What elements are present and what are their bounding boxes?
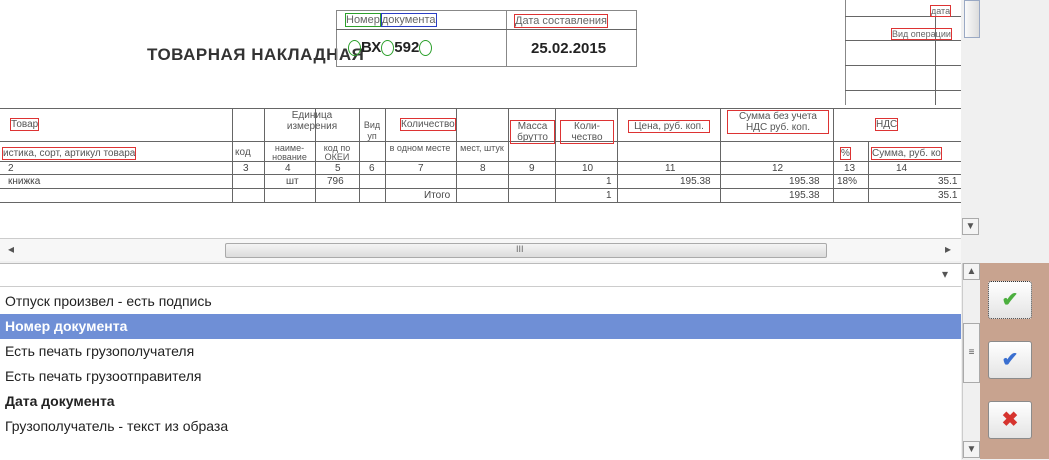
viewer-scroll-down-button[interactable]: ▼ xyxy=(962,218,979,235)
colnum: 2 xyxy=(8,163,14,174)
list-item[interactable]: Есть печать грузополучателя xyxy=(0,339,961,364)
list-item-selected[interactable]: Номер документа xyxy=(0,314,961,339)
grip-icon: ≡ xyxy=(968,347,975,358)
grip-icon: III xyxy=(516,244,524,254)
colnum: 8 xyxy=(480,163,486,174)
row-count: 1 xyxy=(606,176,612,187)
col-unit-okei: код по ОКЕИ xyxy=(323,143,351,162)
col-tovar: Товар xyxy=(10,118,40,131)
chevron-up-icon: ▲ xyxy=(966,266,977,277)
list-item[interactable]: Дата документа xyxy=(0,389,961,414)
list-item[interactable]: Есть печать грузоотправителя xyxy=(0,364,961,389)
list-scroll-up-button[interactable]: ▲ xyxy=(963,263,980,280)
total-label: Итого xyxy=(424,190,451,201)
colnum: 13 xyxy=(844,163,856,174)
dropdown-arrow-icon[interactable]: ▾ xyxy=(942,267,948,281)
colnum: 14 xyxy=(896,163,908,174)
colnum: 11 xyxy=(665,163,676,174)
colnum: 3 xyxy=(243,163,249,174)
row-name: книжка xyxy=(8,176,41,187)
colnum: 10 xyxy=(582,163,594,174)
horizontal-scroll-thumb[interactable]: III xyxy=(225,243,827,258)
viewer-horizontal-scrollbar[interactable]: ◂ III ▸ xyxy=(0,238,961,261)
row-price: 195.38 xyxy=(680,176,711,187)
date-value: 25.02.2015 xyxy=(531,40,607,57)
col-price: Цена, руб. коп. xyxy=(628,120,710,133)
list-scroll-down-button[interactable]: ▼ xyxy=(963,441,980,458)
col-vid: Вид уп xyxy=(363,120,381,141)
total-vat: 35.1 xyxy=(938,190,958,201)
list-item-partial[interactable] xyxy=(0,439,961,460)
col-vat-sum: Сумма, руб. ко xyxy=(871,147,942,160)
row-unit: шт xyxy=(286,176,299,187)
document-viewer[interactable]: ТОВАРНАЯ НАКЛАДНАЯ Номер документа ВХ 592 … xyxy=(0,0,961,238)
colnum: 5 xyxy=(335,163,341,174)
red-x-icon: ✖ xyxy=(1001,409,1019,431)
date-label: Дата составления xyxy=(514,14,608,28)
col-unit-name: наиме-нование xyxy=(272,143,307,162)
colnum: 4 xyxy=(285,163,291,174)
col-vat: НДС xyxy=(875,118,899,131)
col-qty-one: в одном месте xyxy=(389,143,451,153)
col-mass: Масса брутто xyxy=(510,120,555,144)
double-check-icon: ✔ xyxy=(1001,349,1019,371)
doc-number-label-a: Номер xyxy=(345,13,381,27)
col-qty-places: мест, штук xyxy=(460,143,504,153)
chevron-down-icon: ▼ xyxy=(965,221,976,232)
row-okei: 796 xyxy=(327,176,344,187)
scroll-left-icon[interactable]: ◂ xyxy=(8,242,14,256)
viewer-vertical-thumb[interactable] xyxy=(964,0,980,38)
list-item[interactable]: Отпуск произвел - есть подпись xyxy=(0,289,961,314)
list-item[interactable]: Грузополучатель - текст из образа xyxy=(0,414,961,439)
codes-date-label: дата xyxy=(930,5,952,17)
accept-all-button[interactable]: ✔ xyxy=(988,341,1032,379)
col-tovar-sub: истика, сорт, артикул товара xyxy=(2,147,137,160)
doc-number-label-b: документа xyxy=(380,13,437,27)
total-sum: 195.38 xyxy=(789,190,820,201)
goods-table: Товар истика, сорт, артикул товара код Е… xyxy=(0,108,961,228)
colnum: 12 xyxy=(772,163,784,174)
ring-mark-icon xyxy=(381,40,395,57)
accept-button[interactable]: ✔ xyxy=(988,281,1032,319)
reject-button[interactable]: ✖ xyxy=(988,401,1032,439)
ring-mark-icon xyxy=(419,40,433,57)
row-rate: 18% xyxy=(837,176,858,187)
doc-number-value: ВХ 592 xyxy=(348,39,433,57)
field-list[interactable]: ▾ Отпуск произвел - есть подпись Номер д… xyxy=(0,263,961,460)
list-vertical-scrollbar[interactable]: ▲ ≡ ▼ xyxy=(962,263,981,459)
total-count: 1 xyxy=(606,190,612,201)
col-unit: Единица измерения xyxy=(286,110,338,132)
row-vat: 35.1 xyxy=(938,176,958,187)
row-sum: 195.38 xyxy=(789,176,820,187)
colnum: 9 xyxy=(529,163,535,174)
scroll-right-icon[interactable]: ▸ xyxy=(945,242,951,256)
col-sum-no-vat: Сумма без учета НДС руб. коп. xyxy=(727,110,829,134)
colnum: 7 xyxy=(418,163,424,174)
colnum: 6 xyxy=(369,163,375,174)
document-title: ТОВАРНАЯ НАКЛАДНАЯ xyxy=(147,45,365,64)
check-mark-icon: ✔ xyxy=(1001,289,1019,311)
col-kod: код xyxy=(235,147,251,158)
codes-operation-label: Вид операции xyxy=(891,28,952,40)
col-qty: Количество xyxy=(400,118,456,131)
action-panel: ✔ ✔ ✖ xyxy=(980,263,1049,459)
col-count: Коли-чество xyxy=(560,120,614,144)
col-vat-rate: % xyxy=(840,147,851,160)
list-scroll-thumb[interactable]: ≡ xyxy=(963,323,980,383)
chevron-down-icon: ▼ xyxy=(966,444,977,455)
ring-mark-icon xyxy=(348,40,361,57)
field-filter-combo[interactable]: ▾ xyxy=(0,264,961,287)
